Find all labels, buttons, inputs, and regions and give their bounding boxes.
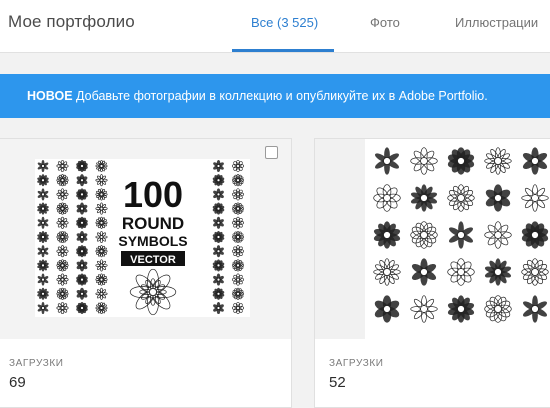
small-symbol-icon — [212, 230, 225, 244]
thumbnail-image[interactable] — [365, 139, 550, 339]
thumbnail-area[interactable] — [315, 139, 550, 339]
tab-all[interactable]: Все (3 525) — [251, 15, 318, 30]
promo-banner[interactable]: НОВОЕ Добавьте фотографии в коллекцию и … — [0, 74, 550, 118]
small-symbol-icon — [212, 174, 225, 187]
downloads-count: 69 — [9, 374, 26, 391]
downloads-count: 52 — [329, 374, 346, 391]
tab-photo[interactable]: Фото — [370, 15, 400, 30]
small-symbol-icon — [76, 301, 88, 315]
small-symbol-icon — [212, 202, 225, 215]
banner-badge: НОВОЕ — [27, 89, 73, 103]
banner-text: Добавьте фотографии в коллекцию и опубли… — [76, 89, 488, 103]
downloads-label: ЗАГРУЗКИ — [9, 358, 64, 369]
small-symbol-icon — [212, 259, 225, 272]
active-tab-indicator — [232, 49, 334, 52]
thumbnail-image[interactable]: 100 ROUND SYMBOLS VECTOR — [35, 159, 250, 317]
portfolio-card[interactable]: 100 ROUND SYMBOLS VECTOR ЗАГРУЗКИ 69 — [0, 138, 292, 408]
downloads-label: ЗАГРУЗКИ — [329, 358, 384, 369]
thumb-title-round: ROUND — [122, 214, 184, 233]
small-symbol-icon — [212, 287, 225, 300]
small-symbol-icon — [76, 216, 88, 229]
thumb-title-number: 100 — [123, 174, 183, 215]
small-symbol-icon — [76, 188, 88, 201]
small-symbol-icon — [76, 273, 88, 286]
tab-illustrations[interactable]: Иллюстрации — [455, 15, 538, 30]
select-checkbox[interactable] — [265, 146, 278, 159]
small-symbol-icon — [76, 245, 88, 258]
top-bar: Мое портфолио Все (3 525) Фото Иллюстрац… — [0, 0, 550, 53]
portfolio-card[interactable]: ЗАГРУЗКИ 52 — [314, 138, 550, 408]
thumbnail-area[interactable]: 100 ROUND SYMBOLS VECTOR — [0, 139, 291, 339]
page-title: Мое портфолио — [8, 12, 135, 31]
thumb-title-vector: VECTOR — [130, 254, 176, 266]
thumb-title-symbols: SYMBOLS — [118, 233, 187, 249]
